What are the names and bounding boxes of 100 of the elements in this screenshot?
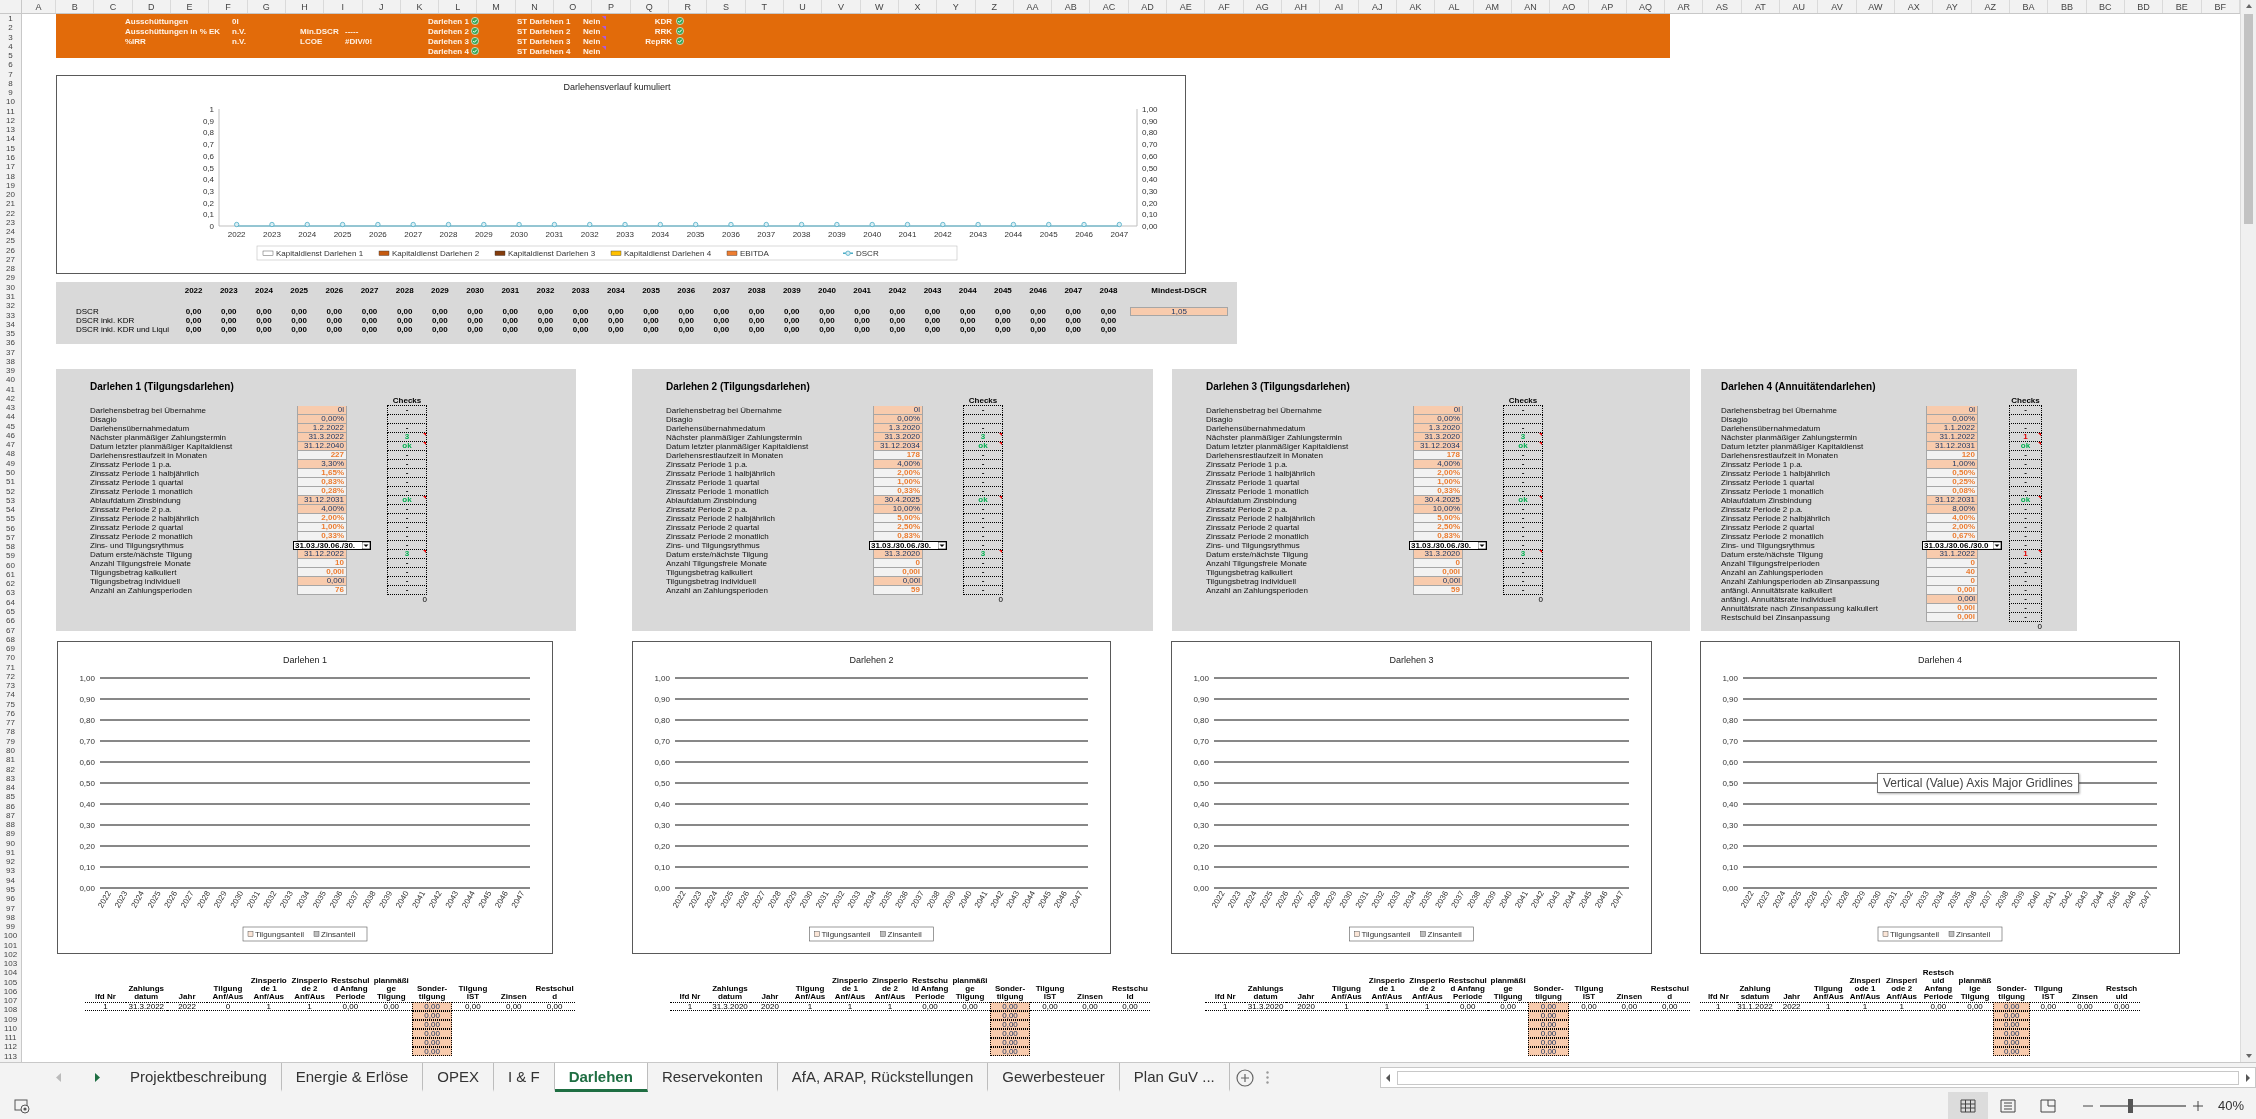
row-number[interactable]: 101 [0,940,21,950]
column-header[interactable]: U [783,0,823,13]
column-header[interactable]: AM [1473,0,1512,13]
column-header[interactable]: R [669,0,708,13]
check-icon[interactable] [676,37,684,45]
dropdown[interactable]: 31.03./30.06./30. [1409,541,1487,550]
zoom-in-icon[interactable] [2191,1099,2204,1112]
row-number[interactable]: 64 [0,597,21,607]
column-header[interactable]: AB [1052,0,1091,13]
normal-view-button[interactable] [1947,1092,1988,1119]
row-number[interactable]: 33 [0,310,21,320]
row-number[interactable]: 92 [0,857,21,867]
input-cell[interactable]: 0,00 [990,1047,1030,1056]
input-cell[interactable]: 0l [873,406,923,415]
row-number[interactable]: 83 [0,773,21,784]
macro-recorder-icon[interactable] [14,1097,30,1114]
row-number[interactable]: 44 [0,412,21,422]
check-icon[interactable] [470,37,479,45]
row-number[interactable]: 13 [0,125,21,135]
row-number[interactable]: 77 [0,718,21,728]
column-header[interactable]: AC [1090,0,1129,13]
row-number[interactable]: 59 [0,551,21,561]
row-number[interactable]: 7 [0,69,21,79]
column-header[interactable]: X [898,0,938,13]
row-number[interactable]: 85 [0,792,21,802]
row-number[interactable]: 66 [0,616,21,626]
row-number[interactable]: 16 [0,153,21,163]
row-number[interactable]: 27 [0,254,21,265]
row-number[interactable]: 61 [0,569,21,580]
column-header[interactable]: Z [975,0,1014,13]
check-icon[interactable] [470,27,479,35]
row-number[interactable]: 45 [0,421,21,431]
row-number[interactable]: 28 [0,264,21,274]
column-header[interactable]: BA [2009,0,2049,13]
column-header[interactable]: AD [1128,0,1168,13]
column-header[interactable]: AY [1933,0,1972,13]
row-number[interactable]: 71 [0,662,21,672]
row-number[interactable]: 97 [0,903,21,913]
input-cell[interactable]: 0l [1413,406,1463,415]
row-number[interactable]: 84 [0,783,21,793]
column-header[interactable]: AG [1243,0,1282,13]
row-number[interactable]: 88 [0,820,21,830]
column-header[interactable]: AR [1665,0,1704,13]
row-number[interactable]: 26 [0,245,21,255]
column-header[interactable]: BB [2048,0,2087,13]
row-number[interactable]: 9 [0,88,21,98]
row-number[interactable]: 80 [0,746,21,756]
row-number[interactable]: 48 [0,449,21,459]
row-number[interactable]: 102 [0,949,21,960]
row-number[interactable]: 65 [0,607,21,617]
column-header[interactable]: N [515,0,555,13]
row-number[interactable]: 25 [0,236,21,246]
row-number[interactable]: 8 [0,78,21,89]
sheet-tab[interactable]: Darlehen [554,1063,648,1092]
row-number[interactable]: 21 [0,199,21,209]
column-header[interactable]: AN [1511,0,1551,13]
row-number[interactable]: 38 [0,356,21,367]
input-cell[interactable]: 0l [297,406,347,415]
row-number[interactable]: 76 [0,708,21,719]
row-number[interactable]: 29 [0,273,21,283]
row-number[interactable]: 20 [0,190,21,200]
dropdown[interactable]: 31.03./30.06./30.0 [1922,541,2002,550]
row-number[interactable]: 34 [0,319,21,330]
row-number[interactable]: 60 [0,560,21,570]
zoom-level[interactable]: 40% [2217,1098,2244,1113]
row-number[interactable]: 56 [0,523,21,533]
column-header[interactable]: H [285,0,325,13]
column-header[interactable]: I [324,0,363,13]
row-number[interactable]: 69 [0,644,21,654]
column-header[interactable]: AT [1741,0,1781,13]
column-header[interactable]: B [56,0,95,13]
column-header[interactable]: F [209,0,248,13]
input-cell[interactable]: 0l [1926,406,1978,415]
column-header[interactable]: D [132,0,171,13]
column-header[interactable]: AH [1282,0,1321,13]
row-number[interactable]: 82 [0,764,21,774]
dropdown[interactable]: 31.03./30.06./30. [869,541,947,550]
row-number[interactable]: 104 [0,968,21,978]
column-header[interactable]: BD [2124,0,2164,13]
input-cell[interactable]: 0,00 [1993,1047,2030,1056]
row-number[interactable]: 96 [0,894,21,904]
column-header[interactable]: AL [1435,0,1474,13]
row-number[interactable]: 57 [0,532,21,543]
vertical-scrollbar[interactable] [2240,0,2256,1062]
row-number[interactable]: 5 [0,51,21,61]
row-number[interactable]: 95 [0,884,21,895]
row-number[interactable]: 107 [0,996,21,1006]
check-icon[interactable] [470,17,479,25]
slider-thumb[interactable] [2128,1098,2134,1113]
column-header[interactable]: M [477,0,516,13]
row-number[interactable]: 90 [0,838,21,848]
row-number[interactable]: 54 [0,505,21,515]
column-header[interactable]: AV [1818,0,1857,13]
column-header[interactable]: AU [1780,0,1819,13]
input-cell[interactable]: 0,00 [1528,1047,1569,1056]
row-number[interactable]: 19 [0,180,21,191]
column-header[interactable]: E [170,0,210,13]
row-number[interactable]: 105 [0,977,21,987]
column-header[interactable]: AQ [1626,0,1666,13]
row-number[interactable]: 15 [0,143,21,153]
